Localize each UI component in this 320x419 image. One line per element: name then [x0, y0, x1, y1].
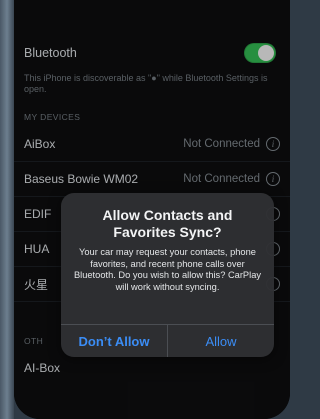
alert-buttons: Don’t Allow Allow: [61, 324, 274, 357]
alert-message: Your car may request your contacts, phon…: [73, 247, 262, 292]
phone-screen: Bluetooth This iPhone is discoverable as…: [14, 0, 290, 419]
left-bezel: [0, 0, 14, 419]
allow-button[interactable]: Allow: [167, 325, 274, 357]
alert-title: Allow Contacts and Favorites Sync?: [102, 207, 233, 240]
dont-allow-button[interactable]: Don’t Allow: [61, 325, 167, 357]
bluetooth-settings: Bluetooth This iPhone is discoverable as…: [14, 0, 290, 419]
sync-alert: Allow Contacts and Favorites Sync? Your …: [61, 193, 274, 357]
